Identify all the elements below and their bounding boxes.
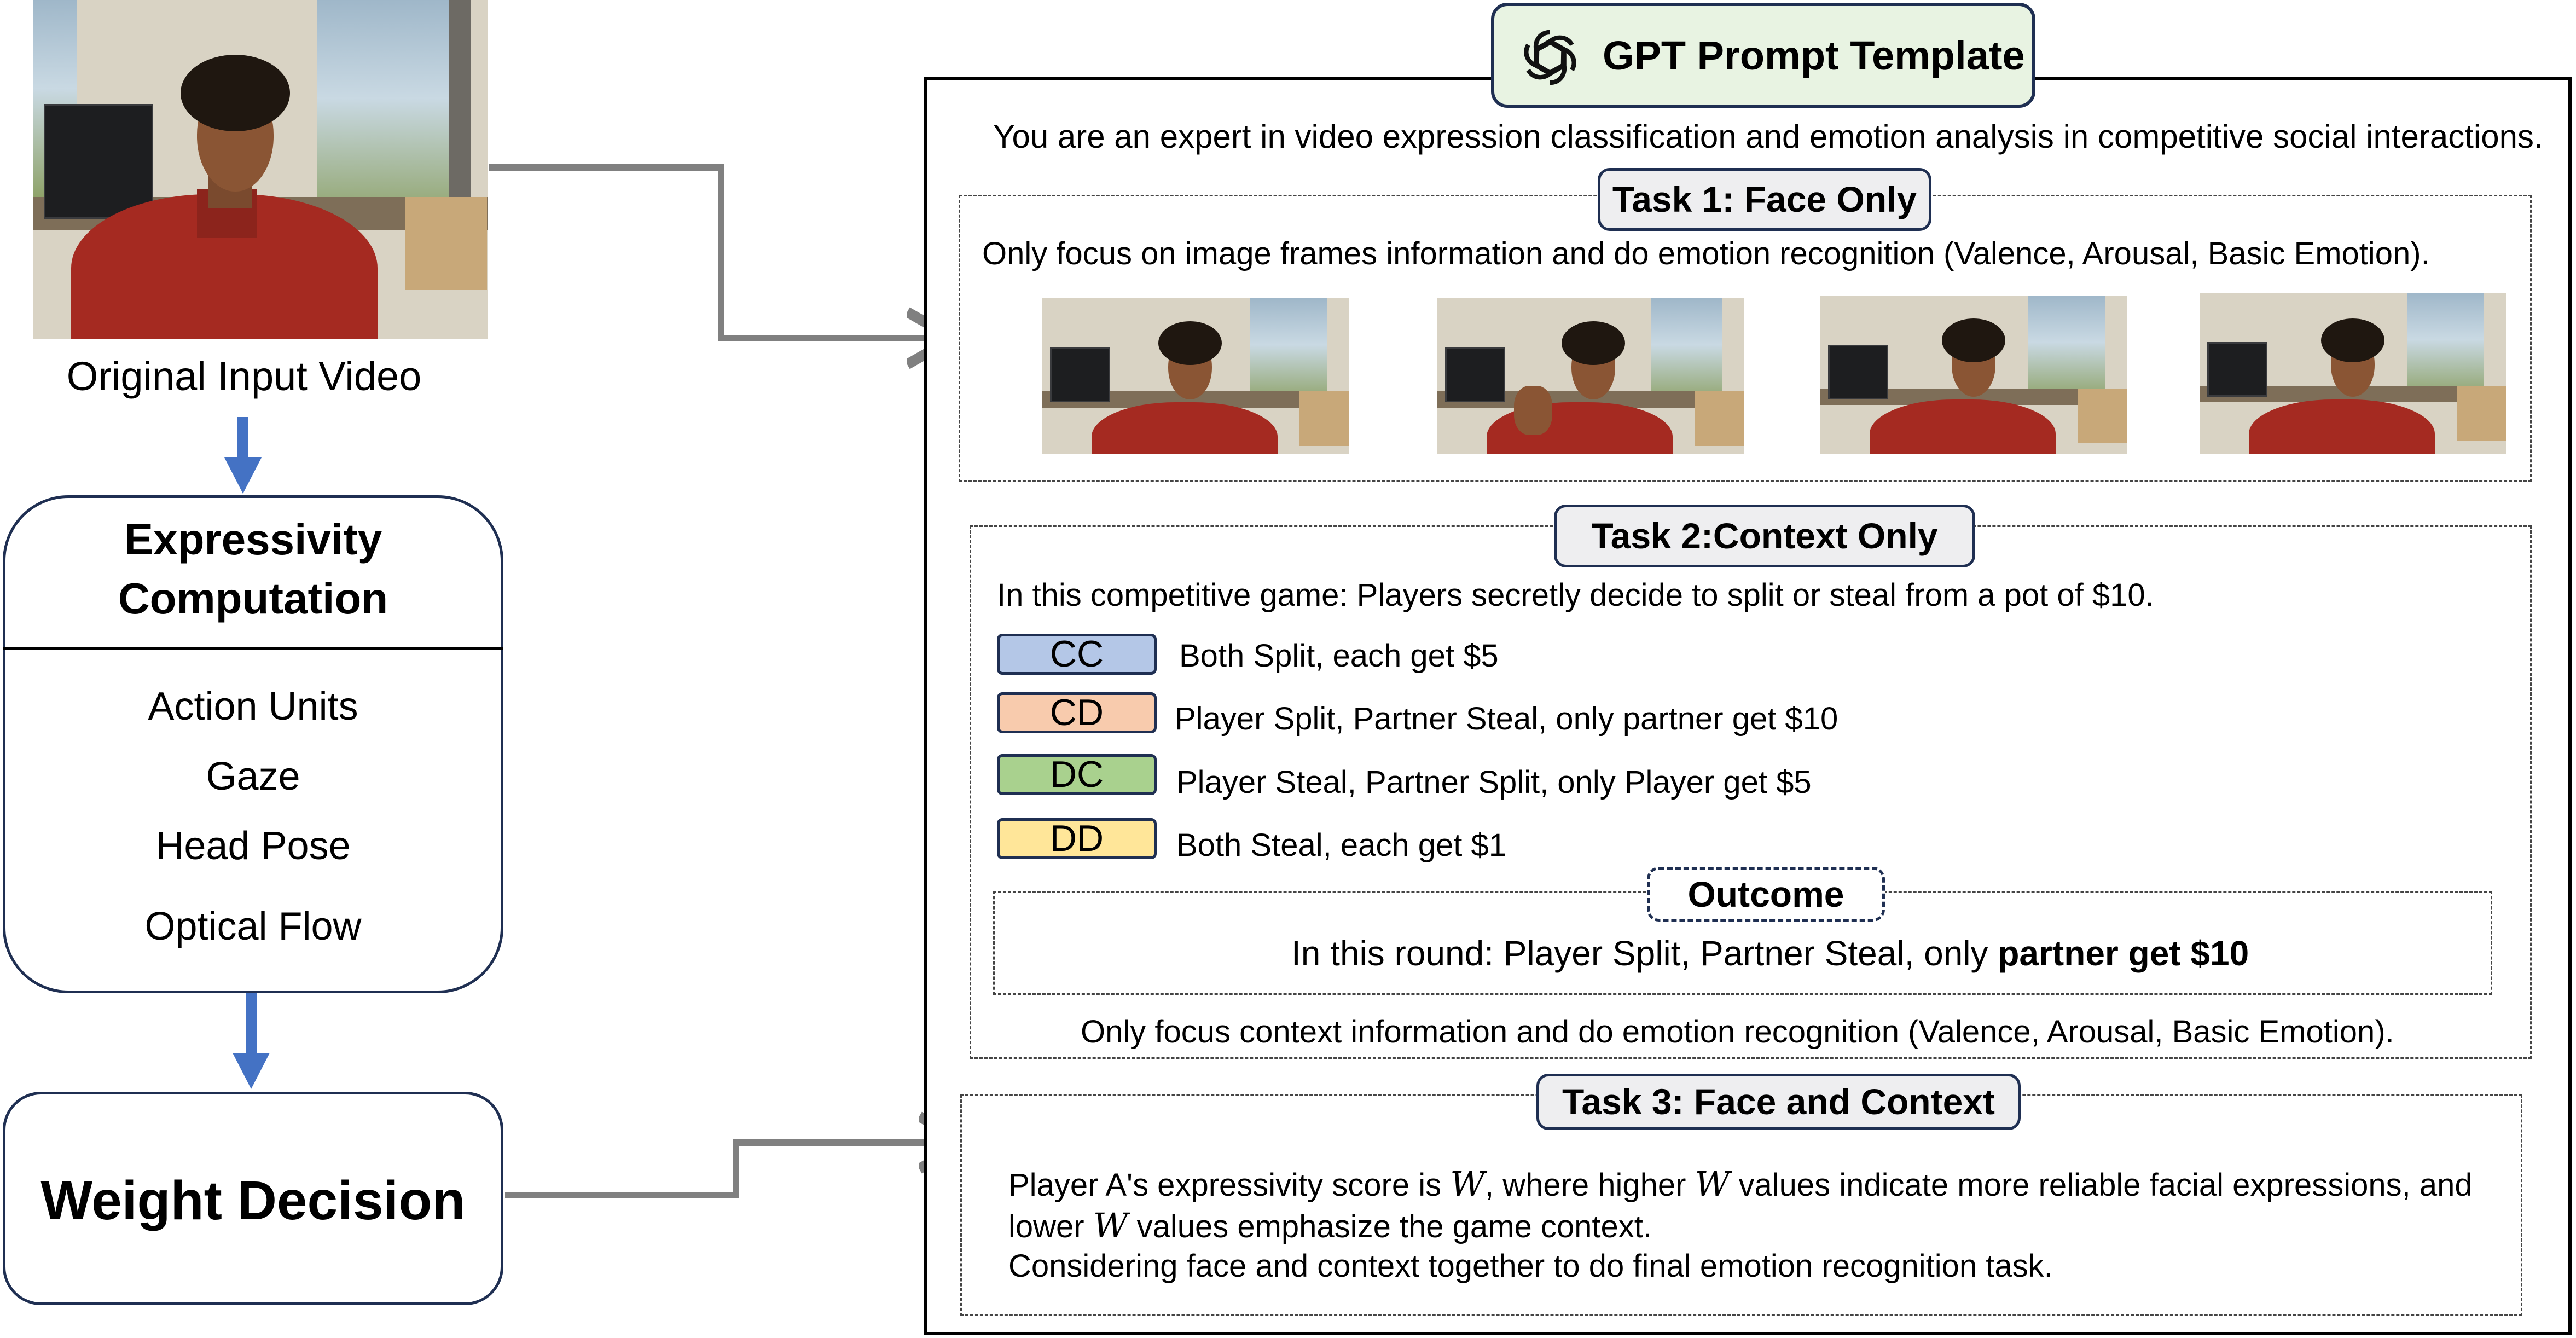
- outcome-text-cd: Player Split, Partner Steal, only partne…: [1175, 701, 1838, 737]
- task1-label: Task 1: Face Only: [1598, 168, 1931, 231]
- template-intro: You are an expert in video expression cl…: [993, 118, 2543, 155]
- task3-var-w-2: W: [1695, 1164, 1730, 1204]
- task3-line2: lower W values emphasize the game contex…: [1008, 1206, 1652, 1246]
- outcome-chip-dc: DC: [997, 754, 1157, 795]
- input-video-label: Original Input Video: [66, 354, 422, 399]
- task1-frame-3: [1820, 296, 2127, 454]
- label-to-expressivity-arrow: [224, 417, 262, 494]
- task3-label: Task 3: Face and Context: [1536, 1074, 2021, 1130]
- outcome-text-cc: Both Split, each get $5: [1179, 638, 1499, 674]
- expressivity-divider: [3, 647, 503, 650]
- gpt-prompt-template-title: GPT Prompt Template: [1603, 33, 2025, 78]
- outcome-text-bold: partner get $10: [1998, 934, 2249, 973]
- expressivity-to-weight-arrow: [233, 993, 270, 1089]
- task1-frame-1: [1042, 298, 1349, 454]
- task1-frame-4: [2200, 293, 2506, 454]
- task3-line2-b: values emphasize the game context.: [1128, 1209, 1652, 1244]
- outcome-text: In this round: Player Split, Partner Ste…: [1291, 933, 2249, 974]
- expressivity-title-line1: Expressivity: [124, 515, 382, 564]
- task3-line2-a: lower: [1008, 1209, 1093, 1244]
- weight-decision-label: Weight Decision: [40, 1170, 466, 1231]
- task3-var-w-3: W: [1093, 1206, 1128, 1246]
- task3-line3: Considering face and context together to…: [1008, 1248, 2053, 1284]
- outcome-chip-dd: DD: [997, 818, 1157, 859]
- feature-head-pose: Head Pose: [155, 824, 351, 868]
- task1-text: Only focus on image frames information a…: [982, 236, 2430, 271]
- task2-label: Task 2:Context Only: [1554, 505, 1975, 567]
- weight-decision-box: Weight Decision: [3, 1092, 503, 1305]
- task2-intro: In this competitive game: Players secret…: [997, 577, 2154, 613]
- task3-line1-a: Player A's expressivity score is: [1008, 1167, 1451, 1203]
- outcome-text-dc: Player Steal, Partner Split, only Player…: [1176, 764, 1812, 800]
- task2-footer: Only focus context information and do em…: [1081, 1014, 2394, 1050]
- feature-gaze: Gaze: [206, 755, 300, 798]
- outcome-chip-cd: CD: [997, 692, 1157, 733]
- video-to-task1-arrow: [489, 164, 947, 338]
- gpt-prompt-template-header: GPT Prompt Template: [1491, 3, 2035, 108]
- task3-line1: Player A's expressivity score is W, wher…: [1008, 1164, 2473, 1204]
- task1-frame-2: [1437, 298, 1744, 454]
- openai-logo-icon: [1515, 30, 1585, 92]
- expressivity-title-line2: Computation: [118, 574, 388, 623]
- outcome-text-dd: Both Steal, each get $1: [1176, 827, 1506, 863]
- feature-action-units: Action Units: [148, 685, 358, 728]
- outcome-text-plain: In this round: Player Split, Partner Ste…: [1291, 934, 1998, 973]
- task3-var-w-1: W: [1450, 1164, 1485, 1204]
- task3-line1-c: values indicate more reliable facial exp…: [1730, 1167, 2473, 1203]
- expressivity-computation-box: Expressivity Computation Action Units Ga…: [3, 495, 503, 993]
- outcome-chip-cc: CC: [997, 634, 1157, 675]
- feature-optical-flow: Optical Flow: [144, 905, 362, 948]
- input-video-frame: [33, 0, 488, 339]
- task3-line1-b: , where higher: [1484, 1167, 1695, 1203]
- weight-to-task3-arrow: [505, 1143, 959, 1198]
- outcome-label: Outcome: [1647, 867, 1885, 922]
